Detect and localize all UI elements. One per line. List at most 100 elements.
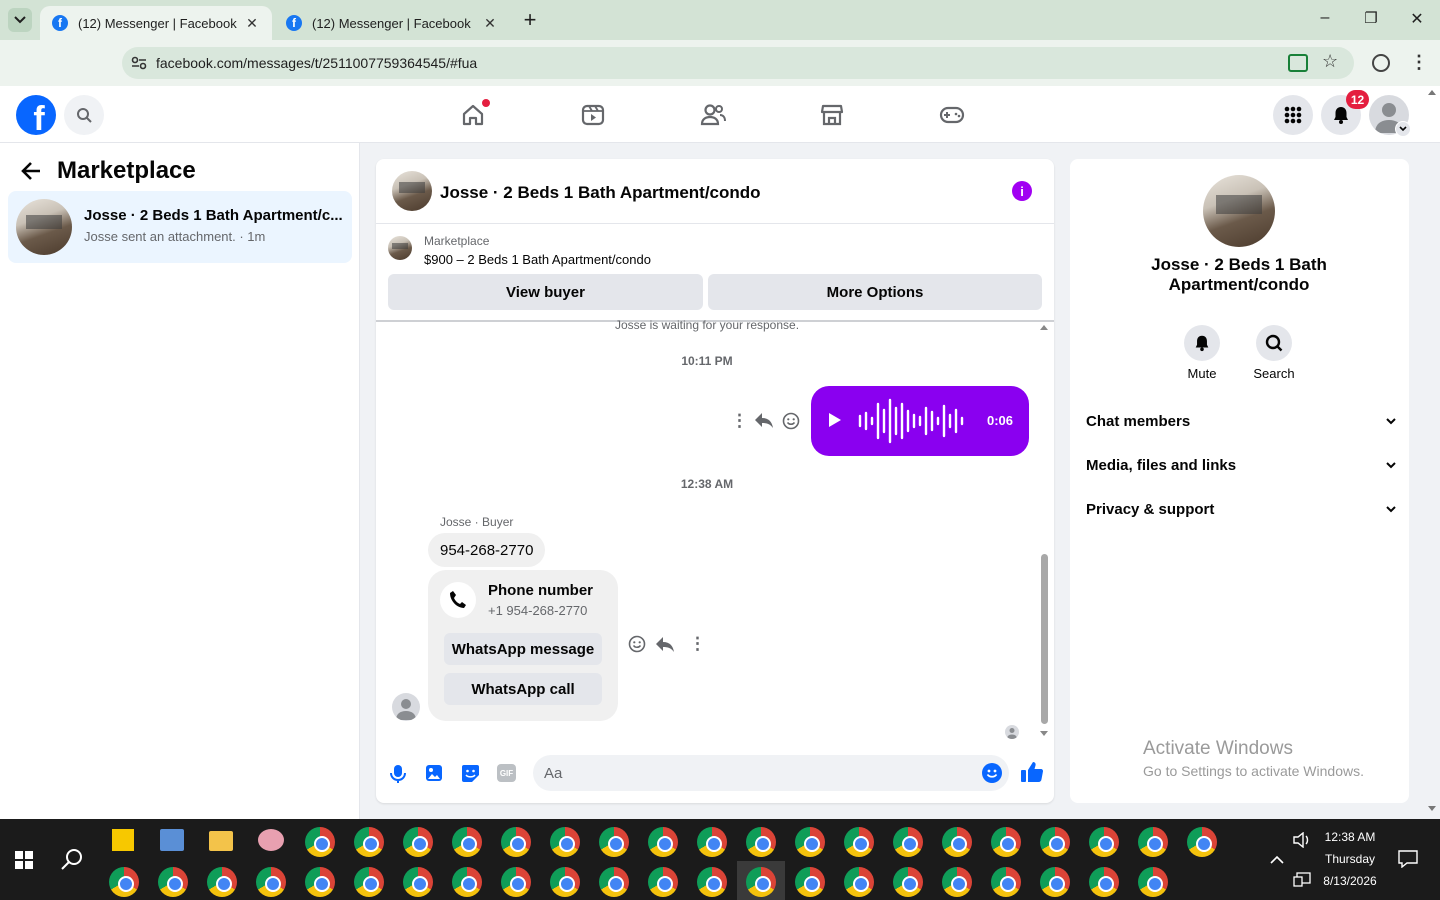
chrome-app-icon[interactable]: [452, 827, 482, 857]
chrome-app-icon[interactable]: [942, 827, 972, 857]
chrome-app-icon[interactable]: [1040, 827, 1070, 857]
chrome-app-icon[interactable]: [599, 827, 629, 857]
fb-search-button[interactable]: [64, 95, 104, 135]
sender-avatar[interactable]: [392, 693, 420, 721]
video-icon[interactable]: [578, 100, 608, 130]
chrome-app-icon[interactable]: [942, 867, 972, 897]
chrome-app-icon[interactable]: [305, 827, 335, 857]
account-chevron-icon[interactable]: [1395, 121, 1411, 137]
home-icon[interactable]: [458, 99, 490, 130]
chrome-app-icon[interactable]: [354, 827, 384, 857]
more-options-button[interactable]: More Options: [708, 274, 1042, 310]
chrome-app-icon[interactable]: [403, 827, 433, 857]
gif-icon[interactable]: GIF: [497, 764, 516, 782]
chrome-app-icon[interactable]: [452, 867, 482, 897]
volume-icon[interactable]: [1293, 832, 1311, 848]
chrome-app-icon[interactable]: [893, 827, 923, 857]
emoji-icon[interactable]: [982, 763, 1002, 783]
reply-icon[interactable]: [655, 635, 675, 653]
info-icon[interactable]: i: [1012, 181, 1032, 201]
play-icon[interactable]: [829, 413, 841, 427]
address-bar[interactable]: facebook.com/messages/t/2511007759364545…: [122, 47, 1354, 79]
chrome-app-icon[interactable]: [746, 827, 776, 857]
chrome-app-icon[interactable]: [158, 867, 188, 897]
marketplace-icon[interactable]: [817, 100, 847, 130]
chrome-app-icon[interactable]: [403, 867, 433, 897]
show-hidden-icons-chevron[interactable]: [1270, 855, 1284, 864]
mute-button[interactable]: Mute: [1182, 325, 1222, 381]
clock-time[interactable]: 12:38 AM: [1320, 830, 1380, 844]
page-scroll-down-arrow[interactable]: [1428, 806, 1436, 811]
chrome-menu-icon[interactable]: ⋮: [1410, 52, 1428, 73]
chrome-app-icon[interactable]: [1040, 867, 1070, 897]
more-actions-icon[interactable]: ⋮: [731, 411, 748, 431]
friends-icon[interactable]: [698, 100, 728, 130]
like-icon[interactable]: [1020, 761, 1044, 783]
chrome-app-icon[interactable]: [501, 827, 531, 857]
chrome-app-icon[interactable]: [305, 867, 335, 897]
scroll-up-arrow[interactable]: [1040, 325, 1048, 330]
media-files-links-section[interactable]: Media, files and links: [1086, 453, 1396, 477]
more-actions-icon[interactable]: ⋮: [689, 634, 706, 654]
chrome-app-icon[interactable]: [844, 827, 874, 857]
page-scroll-up-arrow[interactable]: [1428, 90, 1436, 95]
install-app-icon[interactable]: [1288, 54, 1308, 72]
chrome-app-icon-active[interactable]: [746, 867, 776, 897]
maximize-button[interactable]: ❐: [1360, 9, 1382, 27]
chrome-app-icon[interactable]: [501, 867, 531, 897]
browser-tab-messenger-1[interactable]: f (12) Messenger | Facebook ✕: [40, 6, 272, 40]
chrome-app-icon[interactable]: [991, 827, 1021, 857]
view-buyer-button[interactable]: View buyer: [388, 274, 703, 310]
chrome-app-icon[interactable]: [697, 867, 727, 897]
chrome-app-icon[interactable]: [1187, 827, 1217, 857]
scroll-down-arrow[interactable]: [1040, 731, 1048, 736]
action-center-icon[interactable]: [1398, 850, 1418, 868]
new-tab-button[interactable]: +: [518, 7, 542, 33]
photo-icon[interactable]: [425, 764, 443, 782]
close-tab-icon[interactable]: ✕: [482, 15, 498, 32]
message-input[interactable]: Aa: [533, 755, 1009, 791]
chrome-app-icon[interactable]: [1089, 827, 1119, 857]
text-message-bubble[interactable]: 954-268-2770: [428, 533, 546, 567]
close-window-button[interactable]: ✕: [1406, 9, 1428, 29]
menu-grid-button[interactable]: [1273, 95, 1313, 135]
whatsapp-message-button[interactable]: WhatsApp message: [444, 633, 602, 665]
chrome-app-icon[interactable]: [648, 827, 678, 857]
chrome-app-icon[interactable]: [354, 867, 384, 897]
react-emoji-icon[interactable]: [782, 412, 800, 430]
reply-icon[interactable]: [754, 411, 774, 429]
chrome-app-icon[interactable]: [256, 867, 286, 897]
chrome-app-icon[interactable]: [844, 867, 874, 897]
browser-tab-messenger-2[interactable]: f (12) Messenger | Facebook ✕: [274, 6, 510, 40]
chrome-app-icon[interactable]: [1138, 867, 1168, 897]
chrome-app-icon[interactable]: [648, 867, 678, 897]
search-button[interactable]: Search: [1252, 325, 1296, 381]
chrome-app-icon[interactable]: [599, 867, 629, 897]
chrome-app-icon[interactable]: [795, 827, 825, 857]
chat-avatar[interactable]: [392, 171, 432, 211]
back-arrow-icon[interactable]: [20, 160, 42, 182]
chat-title[interactable]: Josse · 2 Beds 1 Bath Apartment/condo: [440, 183, 761, 203]
scrollbar-thumb[interactable]: [1041, 554, 1048, 724]
whatsapp-call-button[interactable]: WhatsApp call: [444, 673, 602, 705]
react-emoji-icon[interactable]: [628, 635, 646, 653]
chrome-app-icon[interactable]: [697, 827, 727, 857]
clock-day[interactable]: Thursday: [1320, 852, 1380, 866]
chrome-app-icon[interactable]: [795, 867, 825, 897]
privacy-support-section[interactable]: Privacy & support: [1086, 497, 1396, 521]
minimize-button[interactable]: –: [1314, 9, 1336, 27]
facebook-logo[interactable]: f: [16, 95, 56, 135]
site-info-icon[interactable]: [122, 56, 156, 70]
close-tab-icon[interactable]: ✕: [244, 15, 260, 32]
chrome-app-icon[interactable]: [207, 867, 237, 897]
microphone-icon[interactable]: [390, 764, 406, 784]
sticker-icon[interactable]: [461, 764, 480, 783]
tab-search-button[interactable]: [8, 8, 32, 32]
network-icon[interactable]: [1293, 872, 1311, 888]
chrome-app-icon[interactable]: [1138, 827, 1168, 857]
chrome-app-icon[interactable]: [1089, 867, 1119, 897]
conversation-item[interactable]: Josse · 2 Beds 1 Bath Apartment/c... Jos…: [8, 191, 352, 263]
bookmark-star-icon[interactable]: ☆: [1322, 51, 1338, 72]
profile-icon[interactable]: [1372, 54, 1390, 72]
listing-title[interactable]: $900 – 2 Beds 1 Bath Apartment/condo: [424, 252, 651, 267]
